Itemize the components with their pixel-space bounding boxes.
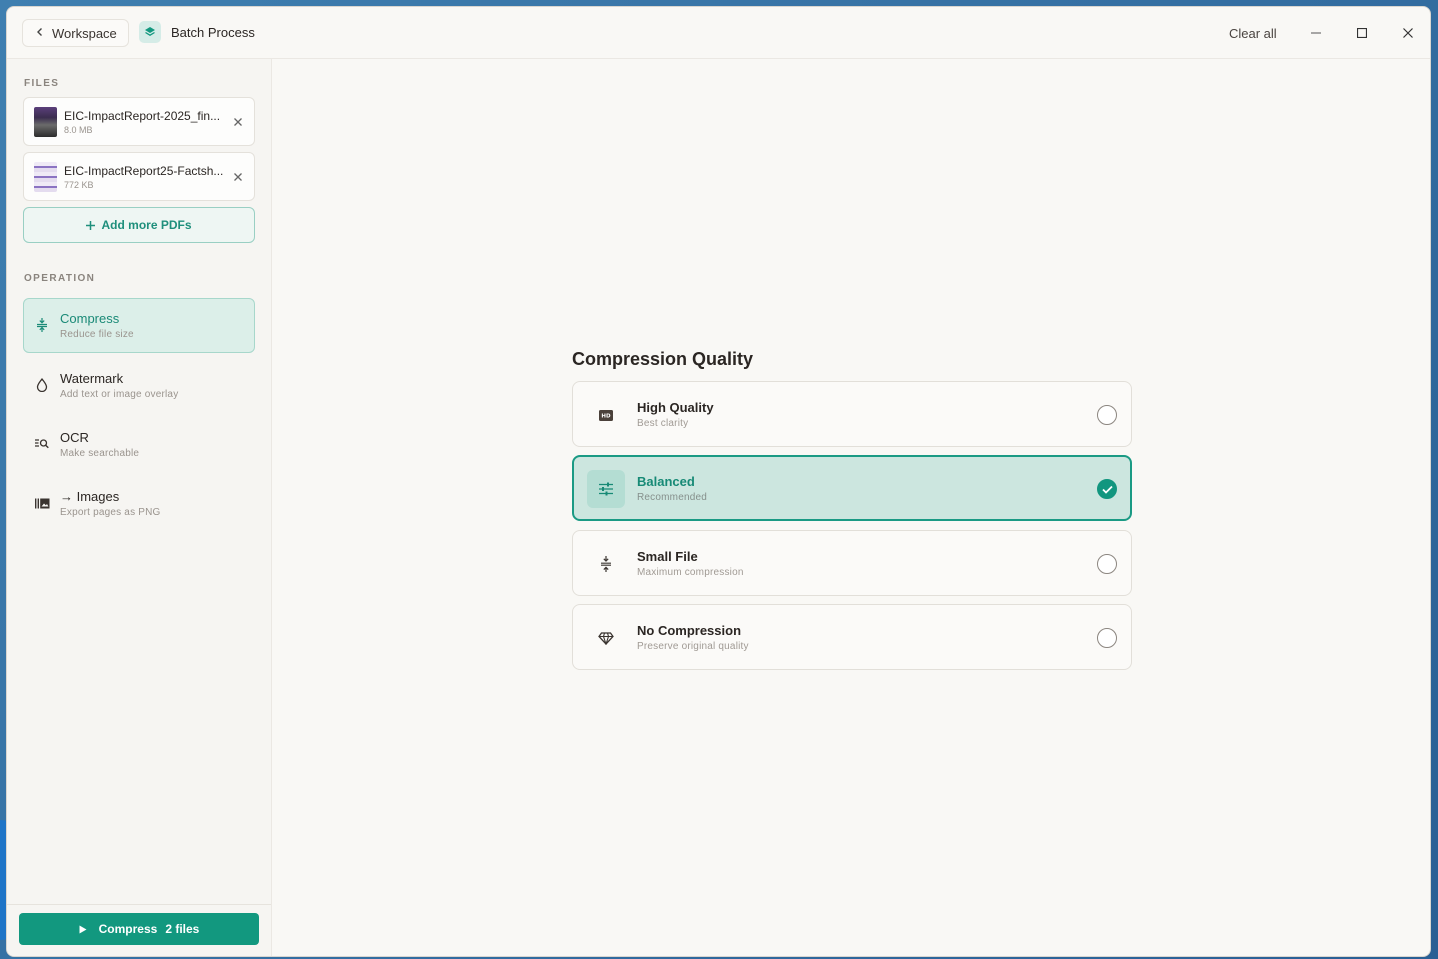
text-search-icon — [33, 435, 51, 453]
add-more-pdfs-button[interactable]: Add more PDFs — [23, 207, 255, 243]
operation-watermark[interactable]: Watermark Add text or image overlay — [23, 358, 255, 413]
pdf-thumbnail — [34, 162, 57, 192]
compress-icon — [33, 316, 51, 334]
radio-button[interactable] — [1097, 554, 1117, 574]
close-icon — [234, 118, 242, 126]
main-panel: Compression Quality HD High Quality Best… — [272, 59, 1430, 956]
operation-title: Compress — [60, 311, 120, 326]
operation-title: Watermark — [60, 371, 124, 386]
file-size: 772 KB — [64, 180, 94, 190]
play-icon — [79, 925, 87, 933]
chevron-left-icon — [36, 27, 44, 40]
radio-button-checked[interactable] — [1097, 479, 1117, 499]
option-title: No Compression — [637, 623, 742, 638]
option-title: Balanced — [637, 474, 695, 489]
sliders-icon — [587, 470, 625, 508]
operation-compress[interactable]: Compress Reduce file size — [23, 298, 255, 353]
operation-title: → Images — [60, 489, 120, 504]
app-window: Workspace Batch Process Clear all FILES … — [6, 6, 1431, 957]
add-more-label: Add more PDFs — [101, 218, 192, 232]
minimize-button[interactable] — [1304, 21, 1328, 45]
layers-icon — [139, 21, 161, 43]
sidebar-footer-divider — [7, 904, 271, 905]
title-bar: Workspace Batch Process Clear all — [7, 7, 1430, 59]
quality-option-balanced[interactable]: Balanced Recommended — [572, 455, 1132, 521]
maximize-icon — [1357, 28, 1367, 38]
droplet-icon — [33, 376, 51, 394]
option-subtitle: Maximum compression — [637, 567, 744, 578]
operation-images[interactable]: → Images Export pages as PNG — [23, 476, 255, 531]
plus-icon — [86, 220, 96, 230]
app-title-label: Batch Process — [171, 24, 255, 40]
svg-text:HD: HD — [601, 413, 611, 419]
operation-subtitle: Export pages as PNG — [60, 507, 161, 518]
radio-button[interactable] — [1097, 628, 1117, 648]
operation-subtitle: Add text or image overlay — [60, 389, 179, 400]
gem-icon — [587, 619, 625, 657]
back-button-label: Workspace — [52, 25, 117, 41]
remove-file-button[interactable] — [231, 170, 245, 184]
file-item[interactable]: EIC-ImpactReport25-Factsh... 772 KB — [23, 152, 255, 201]
operation-section-label: OPERATION — [24, 273, 96, 284]
file-name: EIC-ImpactReport-2025_fin... — [64, 109, 221, 123]
maximize-button[interactable] — [1350, 21, 1374, 45]
sidebar: FILES EIC-ImpactReport-2025_fin... 8.0 M… — [7, 59, 272, 956]
radio-button[interactable] — [1097, 405, 1117, 425]
app-title: Batch Process — [139, 21, 255, 43]
back-to-workspace-button[interactable]: Workspace — [22, 19, 129, 47]
file-name: EIC-ImpactReport25-Factsh... — [64, 164, 224, 178]
pdf-thumbnail — [34, 107, 57, 137]
file-item[interactable]: EIC-ImpactReport-2025_fin... 8.0 MB — [23, 97, 255, 146]
check-icon — [1101, 485, 1113, 494]
option-title: High Quality — [637, 400, 714, 415]
operation-subtitle: Reduce file size — [60, 329, 134, 340]
remove-file-button[interactable] — [231, 115, 245, 129]
run-count-label: 2 files — [165, 922, 200, 936]
quality-option-small[interactable]: Small File Maximum compression — [572, 530, 1132, 596]
run-compress-button[interactable]: Compress 2 files — [19, 913, 259, 945]
compress-icon — [587, 545, 625, 583]
minimize-icon — [1311, 32, 1321, 34]
close-icon — [234, 173, 242, 181]
close-icon — [1403, 28, 1413, 38]
operation-subtitle: Make searchable — [60, 448, 140, 459]
image-stack-icon — [33, 494, 51, 512]
close-button[interactable] — [1396, 21, 1420, 45]
option-subtitle: Preserve original quality — [637, 641, 749, 652]
option-title: Small File — [637, 549, 698, 564]
run-action-label: Compress — [98, 922, 158, 936]
quality-option-high[interactable]: HD High Quality Best clarity — [572, 381, 1132, 447]
compression-quality-title: Compression Quality — [572, 349, 754, 369]
option-subtitle: Recommended — [637, 492, 708, 503]
hd-icon: HD — [587, 396, 625, 434]
operation-title: OCR — [60, 430, 89, 445]
clear-all-button[interactable]: Clear all — [1229, 26, 1277, 41]
operation-ocr[interactable]: OCR Make searchable — [23, 417, 255, 472]
file-size: 8.0 MB — [64, 125, 93, 135]
files-section-label: FILES — [24, 78, 60, 89]
quality-option-none[interactable]: No Compression Preserve original quality — [572, 604, 1132, 670]
option-subtitle: Best clarity — [637, 418, 689, 429]
